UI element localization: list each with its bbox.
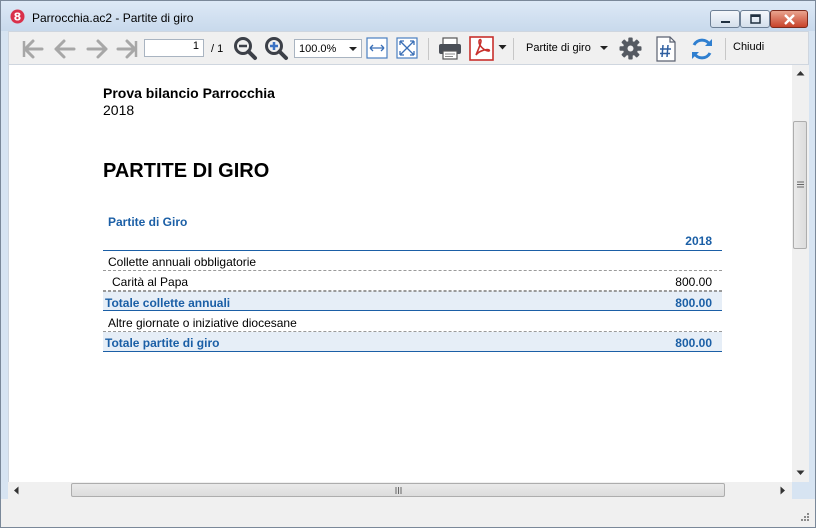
organization-name: Prova bilancio Parrocchia bbox=[103, 85, 275, 101]
title-bar: 8 Parrocchia.ac2 - Partite di giro bbox=[1, 1, 815, 31]
chevron-down-icon bbox=[600, 46, 608, 50]
pdf-options-chevron-icon[interactable] bbox=[498, 44, 507, 51]
table-row: Altre giornate o iniziative diocesane bbox=[103, 312, 722, 332]
row-label: Carità al Papa bbox=[112, 275, 189, 289]
total-row: Totale partite di giro 800.00 bbox=[103, 332, 722, 352]
row-label: Altre giornate o iniziative diocesane bbox=[108, 316, 297, 330]
grip-icon bbox=[797, 181, 804, 188]
page-total-label: / 1 bbox=[211, 43, 224, 55]
resize-grip-icon[interactable] bbox=[799, 511, 809, 521]
svg-text:8: 8 bbox=[14, 11, 22, 24]
back-arrow-icon[interactable] bbox=[53, 38, 77, 60]
row-label: Collette annuali obbligatorie bbox=[108, 255, 257, 269]
total-row: Totale collette annuali 800.00 bbox=[103, 291, 722, 311]
toolbar: 1 / 1 100.0% Partite di giro Chiudi bbox=[8, 31, 809, 65]
row-amount: 800.00 bbox=[675, 296, 712, 310]
minimize-button[interactable] bbox=[710, 10, 740, 28]
close-icon bbox=[784, 14, 795, 25]
minimize-icon bbox=[721, 21, 730, 23]
last-page-icon[interactable] bbox=[115, 38, 139, 60]
row-label: Totale collette annuali bbox=[105, 296, 231, 310]
grip-icon bbox=[395, 487, 402, 494]
maximize-button[interactable] bbox=[740, 10, 770, 28]
chevron-down-icon bbox=[349, 47, 357, 51]
row-label: Totale partite di giro bbox=[105, 336, 220, 350]
row-amount: 800.00 bbox=[675, 336, 712, 350]
toolbar-separator bbox=[428, 38, 429, 60]
settings-gear-icon[interactable] bbox=[618, 36, 643, 61]
year-column-header: 2018 bbox=[685, 234, 712, 248]
table-row: Collette annuali obbligatorie bbox=[103, 251, 722, 271]
page-number-input[interactable]: 1 bbox=[144, 39, 204, 57]
app-window: 8 Parrocchia.ac2 - Partite di giro 1 / 1 bbox=[0, 0, 816, 528]
vertical-scroll-thumb[interactable] bbox=[793, 121, 807, 249]
zoom-select[interactable]: 100.0% bbox=[294, 39, 362, 58]
close-window-button[interactable] bbox=[770, 10, 808, 28]
status-bar bbox=[1, 499, 815, 527]
horizontal-scroll-thumb[interactable] bbox=[71, 483, 725, 497]
forward-arrow-icon[interactable] bbox=[85, 38, 109, 60]
zoom-out-icon[interactable] bbox=[233, 36, 258, 61]
maximize-icon bbox=[750, 14, 761, 24]
section-title: Partite di Giro bbox=[108, 215, 188, 229]
zoom-value: 100.0% bbox=[299, 43, 337, 55]
table-row: Carità al Papa 800.00 bbox=[103, 271, 722, 291]
row-amount: 800.00 bbox=[675, 275, 712, 289]
fit-page-icon[interactable] bbox=[396, 37, 418, 59]
scroll-down-icon[interactable] bbox=[796, 470, 805, 476]
report-preview: Prova bilancio Parrocchia 2018 PARTITE D… bbox=[8, 65, 792, 482]
refresh-icon[interactable] bbox=[689, 36, 715, 62]
zoom-in-icon[interactable] bbox=[264, 36, 289, 61]
report-select-label: Partite di giro bbox=[526, 42, 591, 54]
close-report-button[interactable]: Chiudi bbox=[733, 41, 764, 53]
fit-width-icon[interactable] bbox=[366, 37, 388, 59]
window-title: Parrocchia.ac2 - Partite di giro bbox=[32, 11, 194, 25]
first-page-icon[interactable] bbox=[21, 38, 45, 60]
toolbar-separator bbox=[513, 38, 514, 60]
vertical-scrollbar[interactable] bbox=[792, 65, 809, 482]
page-number-value: 1 bbox=[192, 40, 199, 52]
horizontal-scrollbar[interactable] bbox=[8, 482, 792, 499]
toolbar-separator bbox=[725, 38, 726, 60]
scroll-left-icon[interactable] bbox=[13, 486, 19, 495]
hash-document-icon[interactable] bbox=[655, 36, 677, 62]
pdf-export-icon[interactable] bbox=[469, 36, 494, 61]
scroll-right-icon[interactable] bbox=[780, 486, 786, 495]
print-icon[interactable] bbox=[437, 36, 463, 61]
report-year: 2018 bbox=[103, 102, 135, 118]
report-heading: PARTITE DI GIRO bbox=[103, 160, 270, 182]
scroll-up-icon[interactable] bbox=[796, 70, 805, 76]
app-logo-icon: 8 bbox=[10, 9, 25, 24]
